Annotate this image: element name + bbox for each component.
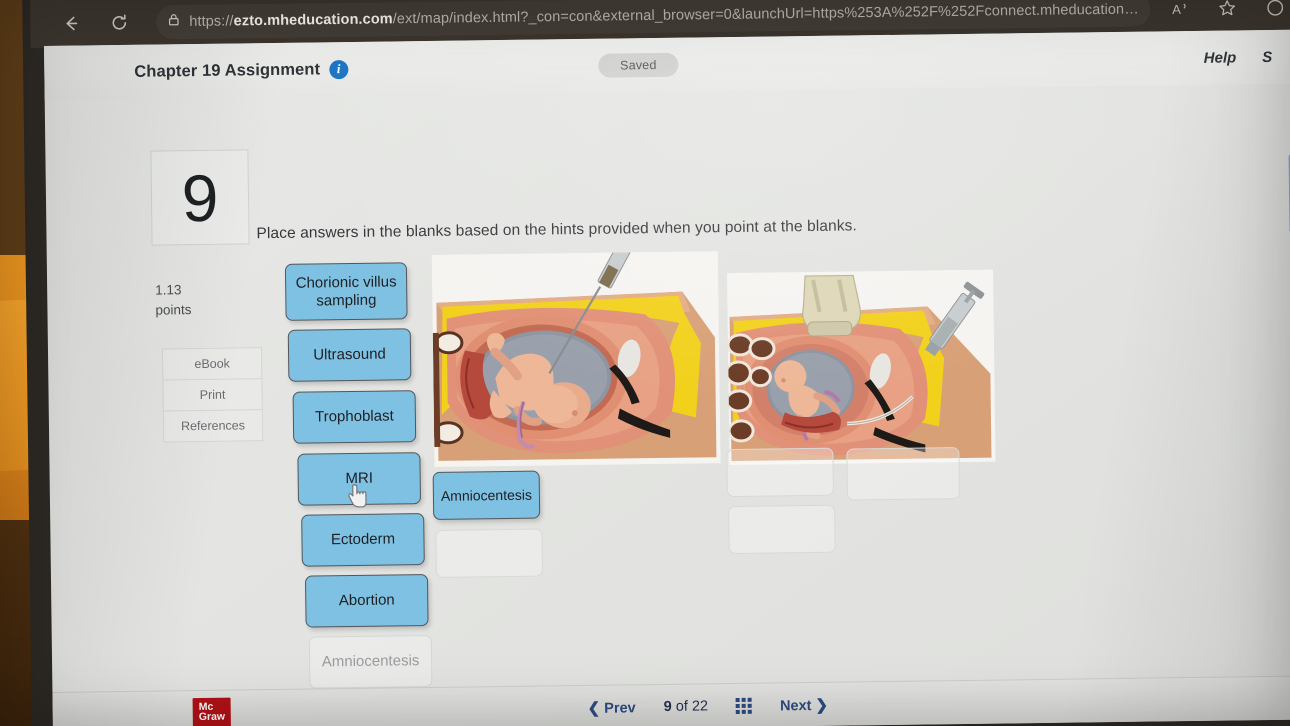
question-number-box: 9 bbox=[150, 149, 250, 246]
chevron-right-icon: ❯ bbox=[815, 696, 829, 714]
answer-tile-trophoblast[interactable]: Trophoblast bbox=[292, 390, 417, 444]
grid-icon[interactable] bbox=[735, 697, 753, 714]
read-aloud-icon[interactable]: A bbox=[1164, 0, 1198, 26]
blank-right-1[interactable] bbox=[726, 447, 834, 498]
prev-label: Prev bbox=[604, 699, 636, 717]
page-current: 9 bbox=[663, 698, 672, 715]
question-body: 9 1.13 points eBook Print References Pla… bbox=[45, 84, 1290, 726]
brand-line-2: Graw bbox=[198, 710, 226, 724]
answer-tile-label: Trophoblast bbox=[314, 407, 394, 426]
chorionic-villus-sampling-diagram bbox=[727, 269, 996, 466]
question-pager: ❮ Prev 9 of 22 Next ❯ bbox=[587, 695, 828, 716]
assignment-page: Chapter 19 Assignment i Saved Help S 9 1… bbox=[44, 29, 1290, 726]
page-indicator: 9 of 22 bbox=[664, 698, 709, 715]
collections-icon[interactable] bbox=[1256, 0, 1290, 25]
next-button[interactable]: Next ❯ bbox=[780, 695, 828, 714]
reload-icon[interactable] bbox=[102, 6, 136, 40]
points-label: points bbox=[155, 301, 192, 318]
mcgraw-hill-logo: Mc Graw bbox=[192, 697, 232, 726]
amniocentesis-diagram bbox=[431, 251, 721, 467]
page-of: of bbox=[675, 698, 688, 715]
blank-left-1-filled[interactable]: Amniocentesis bbox=[432, 470, 541, 520]
page-title: Chapter 19 Assignment bbox=[134, 59, 321, 81]
answer-tile-chorionic-villus-sampling[interactable]: Chorionic villus sampling bbox=[284, 262, 408, 321]
info-icon[interactable]: i bbox=[329, 59, 349, 79]
address-bar-url: https://ezto.mheducation.com/ext/map/ind… bbox=[189, 1, 1141, 30]
answer-tile-label: Amniocentesis bbox=[321, 652, 420, 671]
answer-tile-label: Abortion bbox=[338, 591, 395, 610]
answer-tile-ectoderm[interactable]: Ectoderm bbox=[301, 513, 425, 567]
points-value-block: 1.13 points bbox=[155, 280, 192, 320]
answer-tile-label: Ectoderm bbox=[330, 530, 396, 549]
answer-tile-label: Chorionic villus sampling bbox=[295, 272, 397, 309]
svg-text:A: A bbox=[1172, 2, 1181, 17]
status-badge: Saved bbox=[597, 52, 679, 78]
prev-button[interactable]: ❮ Prev bbox=[587, 698, 636, 717]
photographed-laptop-screen: https://ezto.mheducation.com/ext/map/ind… bbox=[0, 0, 1290, 726]
answer-tile-abortion[interactable]: Abortion bbox=[304, 574, 429, 628]
print-button[interactable]: Print bbox=[163, 379, 262, 412]
ebook-button[interactable]: eBook bbox=[162, 348, 262, 381]
points-value: 1.13 bbox=[155, 282, 182, 298]
blank-right-2[interactable] bbox=[846, 447, 961, 501]
lock-icon bbox=[166, 12, 181, 32]
blank-right-3[interactable] bbox=[728, 504, 836, 555]
chevron-left-icon: ❮ bbox=[587, 699, 601, 717]
next-label: Next bbox=[779, 697, 812, 714]
references-button[interactable]: References bbox=[164, 410, 262, 441]
answer-tile-ultrasound[interactable]: Ultrasound bbox=[287, 328, 412, 382]
question-prompt: Place answers in the blanks based on the… bbox=[256, 217, 858, 243]
answer-tile-mri[interactable]: MRI bbox=[297, 452, 422, 506]
answer-tile-label: MRI bbox=[345, 469, 374, 488]
blank-left-2[interactable] bbox=[435, 528, 543, 578]
save-and-exit-link[interactable]: S bbox=[1262, 48, 1272, 65]
help-link[interactable]: Help bbox=[1204, 49, 1237, 66]
placed-answer-label: Amniocentesis bbox=[440, 486, 533, 504]
star-icon[interactable] bbox=[1210, 0, 1244, 26]
question-number: 9 bbox=[181, 160, 219, 235]
answer-tile-label: Ultrasound bbox=[313, 345, 386, 364]
answer-tile-amniocentesis-used: Amniocentesis bbox=[308, 634, 433, 689]
back-arrow-icon[interactable] bbox=[54, 6, 88, 40]
page-total: 22 bbox=[691, 697, 709, 715]
resource-menu: eBook Print References bbox=[161, 347, 264, 443]
